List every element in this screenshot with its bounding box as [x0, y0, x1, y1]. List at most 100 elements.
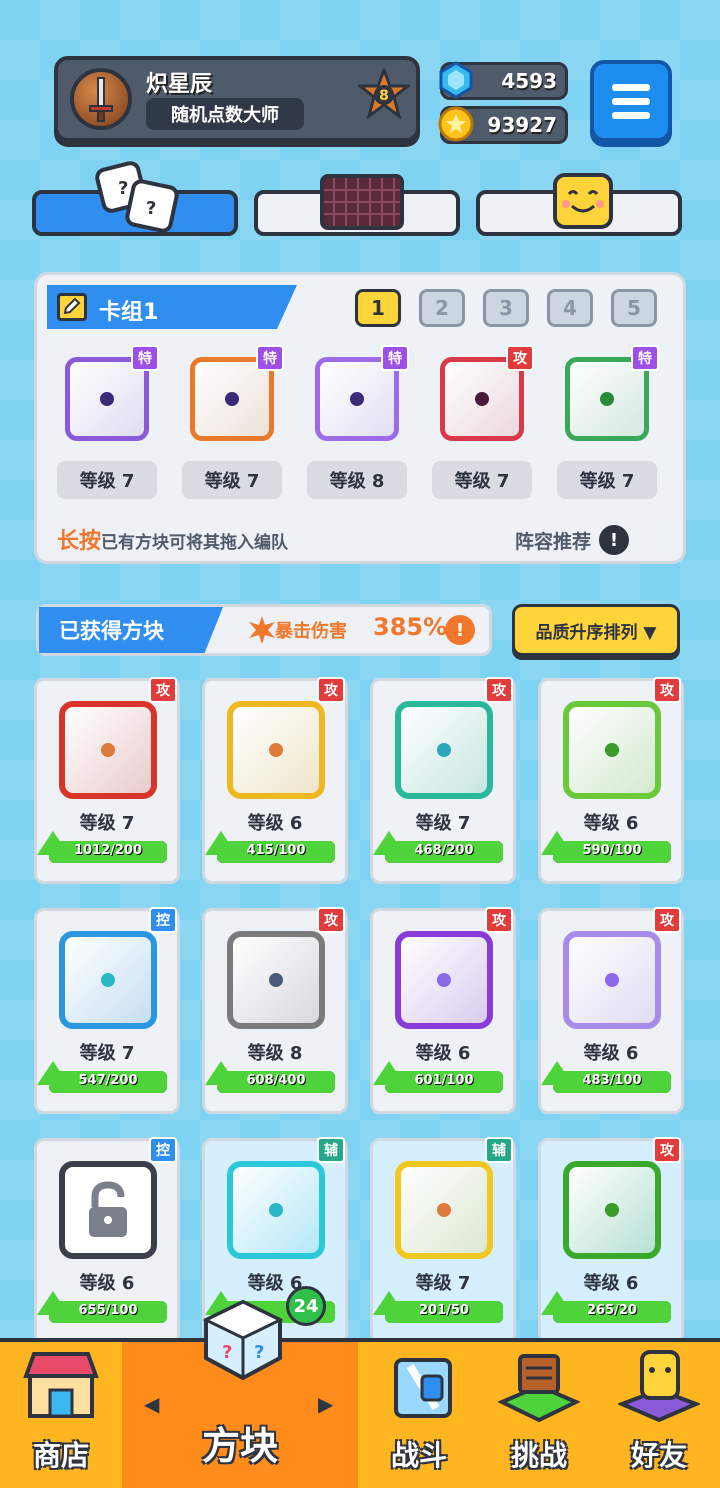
nav-battle[interactable]: 战斗	[358, 1342, 480, 1488]
deck-card[interactable]: 攻	[424, 345, 536, 445]
nav-shop-label: 商店	[32, 1439, 89, 1472]
block-pip	[101, 743, 115, 757]
block-face	[227, 931, 325, 1029]
nav-prev-arrow-icon[interactable]: ◀	[144, 1392, 159, 1416]
deck-slot-5[interactable]: 5	[611, 289, 657, 327]
burst-icon	[249, 616, 275, 644]
block-type-tag: 攻	[653, 1137, 681, 1163]
block-card[interactable]: 攻等级 6 265/20	[538, 1137, 684, 1344]
drag-hint: 长按已有方块可将其拖入编队	[57, 523, 288, 555]
grid-board-icon	[320, 174, 404, 230]
card-level: 等级 7	[182, 461, 282, 499]
block-card[interactable]: 攻等级 6 483/100	[538, 907, 684, 1114]
upgrade-arrow-icon[interactable]	[37, 1061, 69, 1085]
block-pip	[437, 743, 451, 757]
deck-slot-4[interactable]: 4	[547, 289, 593, 327]
block-pip	[437, 973, 451, 987]
nav-blocks-label: 方块	[201, 1424, 278, 1468]
block-pip	[605, 743, 619, 757]
gem-count: 4593	[501, 69, 557, 93]
upgrade-arrow-icon[interactable]	[373, 1291, 405, 1315]
block-card[interactable]: 攻等级 6 590/100	[538, 677, 684, 884]
menu-button[interactable]	[590, 60, 672, 142]
nav-shop[interactable]: 商店	[0, 1342, 122, 1488]
coin-counter[interactable]: 93927	[438, 106, 568, 144]
gem-counter[interactable]: 4593	[439, 61, 568, 100]
block-card[interactable]: 控等级 7 547/200	[34, 907, 180, 1114]
block-pip	[269, 1203, 283, 1217]
deck-card[interactable]: 特	[174, 345, 286, 445]
upgrade-arrow-icon[interactable]	[541, 1291, 573, 1315]
block-type-tag: 攻	[653, 907, 681, 933]
deck-slot-3[interactable]: 3	[483, 289, 529, 327]
block-type-tag: 攻	[317, 677, 345, 703]
lock-icon	[89, 1181, 127, 1237]
upgrade-arrow-icon[interactable]	[37, 1291, 69, 1315]
player-avatar[interactable]	[70, 68, 132, 130]
hint-key: 长按	[57, 529, 102, 554]
svg-text:?: ?	[254, 1342, 264, 1363]
block-card[interactable]: 攻等级 7 468/200	[370, 677, 516, 884]
nav-friends[interactable]: 好友	[598, 1342, 720, 1488]
edit-icon[interactable]	[57, 293, 87, 321]
info-icon[interactable]: !	[599, 525, 629, 555]
upgrade-arrow-icon[interactable]	[373, 831, 405, 855]
block-card[interactable]: 攻等级 6 601/100	[370, 907, 516, 1114]
tab-dice[interactable]: ? ?	[32, 161, 238, 236]
player-profile[interactable]: 炽星辰 随机点数大师 8	[54, 56, 420, 142]
upgrade-arrow-icon[interactable]	[205, 1061, 237, 1085]
block-card[interactable]: 攻等级 7 1012/200	[34, 677, 180, 884]
deck-card[interactable]: 特	[49, 345, 161, 445]
block-pip	[605, 1203, 619, 1217]
nav-battle-label: 战斗	[390, 1439, 447, 1472]
block-face	[563, 931, 661, 1029]
block-face	[563, 1161, 661, 1259]
tab-emote[interactable]	[476, 173, 682, 236]
nav-challenge-label: 挑战	[510, 1439, 567, 1472]
obtained-bar: 已获得方块 暴击伤害 385% !	[36, 604, 492, 656]
block-type-tag: 攻	[485, 907, 513, 933]
block-face	[59, 701, 157, 799]
block-type-tag: 攻	[653, 677, 681, 703]
tab-board[interactable]	[254, 174, 460, 236]
block-face	[563, 701, 661, 799]
cube-icon: ??	[198, 1296, 288, 1386]
upgrade-arrow-icon[interactable]	[37, 831, 69, 855]
block-card[interactable]: 辅等级 7 201/50	[370, 1137, 516, 1344]
card-type-tag: 攻	[506, 345, 534, 371]
deck-slot-1[interactable]: 1	[355, 289, 401, 327]
block-face	[227, 701, 325, 799]
card-type-tag: 特	[131, 345, 159, 371]
deck-card[interactable]: 特	[299, 345, 411, 445]
card-level: 等级 7	[432, 461, 532, 499]
block-type-tag: 攻	[317, 907, 345, 933]
block-type-tag: 控	[149, 907, 177, 933]
block-type-tag: 控	[149, 1137, 177, 1163]
block-card[interactable]: 攻等级 8 608/400	[202, 907, 348, 1114]
block-pip	[101, 973, 115, 987]
card-type-tag: 特	[631, 345, 659, 371]
crit-damage-value: 385%	[373, 613, 448, 641]
upgrade-arrow-icon[interactable]	[373, 1061, 405, 1085]
nav-challenge[interactable]: 挑战	[480, 1342, 598, 1488]
block-type-tag: 辅	[317, 1137, 345, 1163]
block-card[interactable]: 攻等级 6 415/100	[202, 677, 348, 884]
crit-info-icon[interactable]: !	[445, 615, 475, 645]
block-card[interactable]: 控等级 6 655/100	[34, 1137, 180, 1344]
deck-slot-2[interactable]: 2	[419, 289, 465, 327]
deck-card[interactable]: 特	[549, 345, 661, 445]
svg-text:?: ?	[146, 198, 156, 219]
lineup-recommend-label: 阵容推荐	[514, 530, 591, 553]
sort-button[interactable]: 品质升序排列 ▼	[512, 604, 680, 656]
lineup-recommend[interactable]: 阵容推荐 !	[515, 525, 629, 555]
nav-next-arrow-icon[interactable]: ▶	[318, 1392, 333, 1416]
player-name: 炽星辰	[146, 72, 213, 97]
upgrade-arrow-icon[interactable]	[205, 831, 237, 855]
upgrade-arrow-icon[interactable]	[541, 1061, 573, 1085]
battle-icon	[382, 1346, 464, 1428]
upgrade-arrow-icon[interactable]	[541, 831, 573, 855]
block-face	[395, 1161, 493, 1259]
deck-title-bar[interactable]: 卡组1	[47, 285, 297, 329]
block-face	[395, 701, 493, 799]
dice-icon: ? ?	[95, 161, 179, 233]
